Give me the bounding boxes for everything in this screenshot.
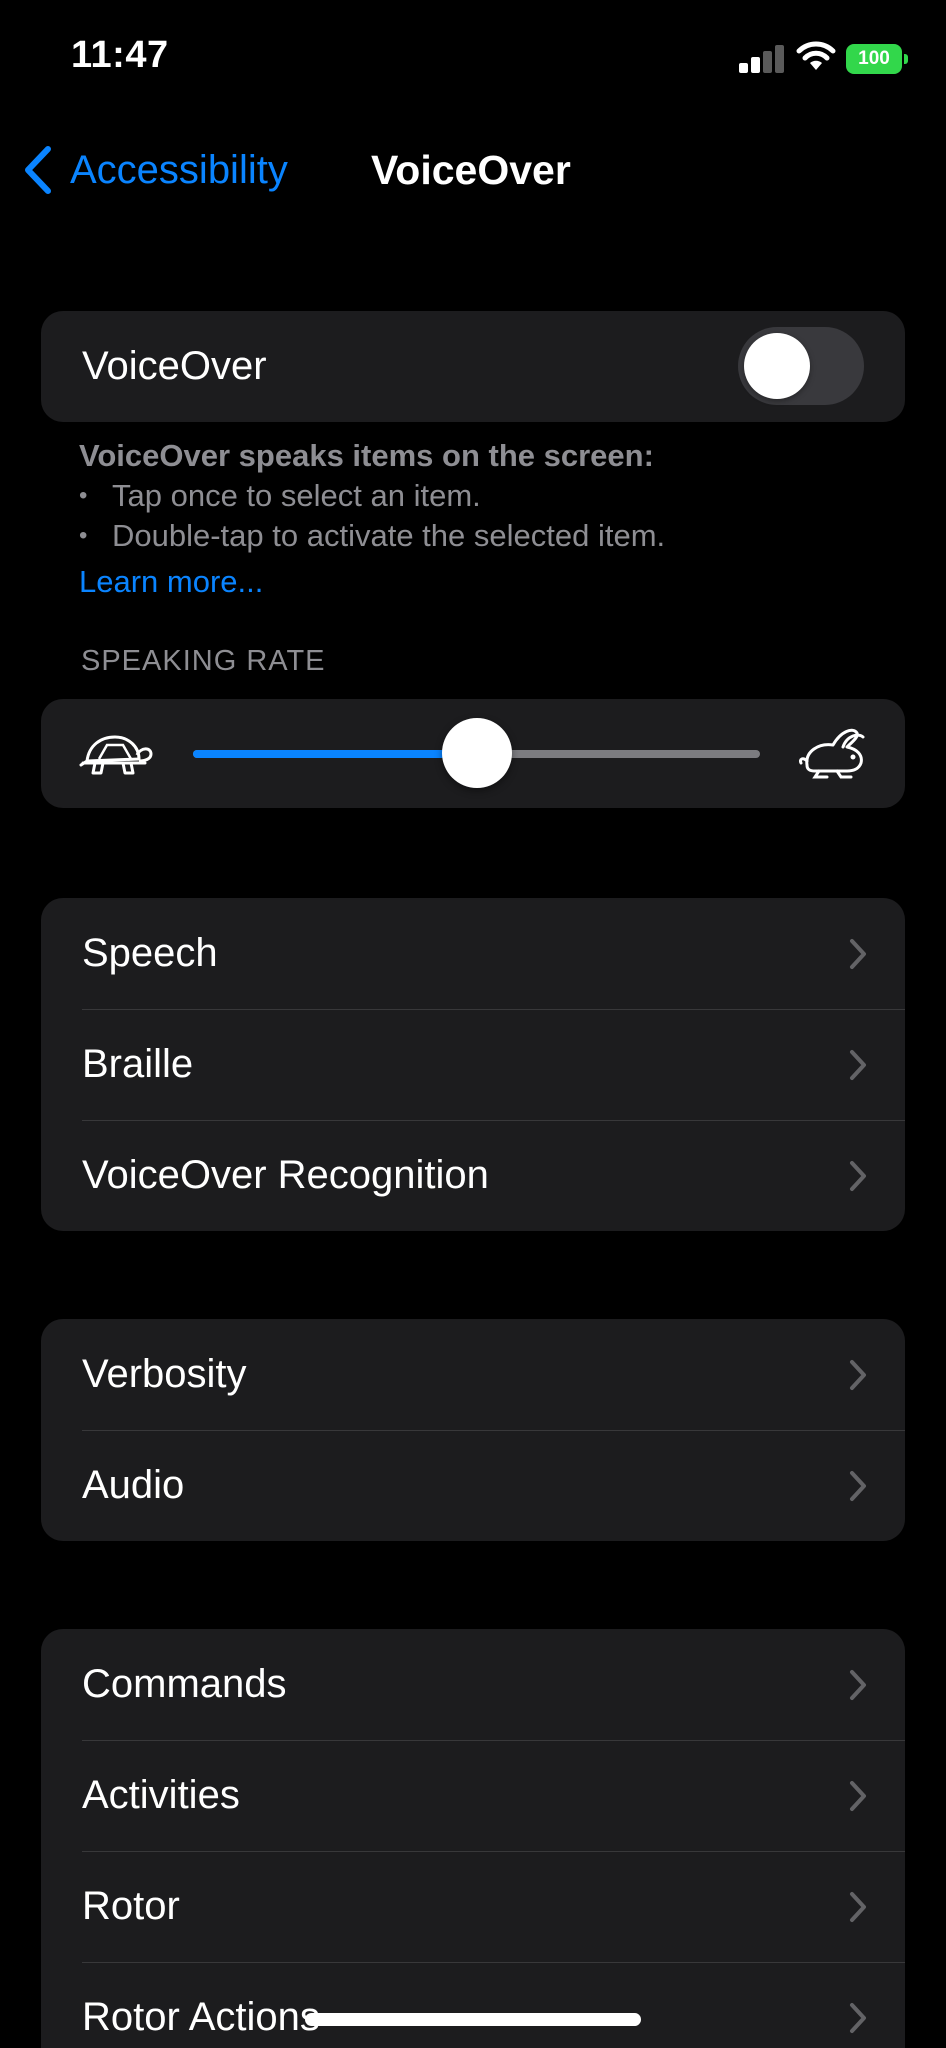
status-time: 11:47 [71,34,169,76]
list-item-commands[interactable]: Commands [41,1629,905,1740]
slider-thumb[interactable] [441,718,512,788]
chevron-right-icon [850,1781,866,1811]
learn-more-link[interactable]: Learn more... [79,564,263,600]
list-item-label: Rotor [82,1884,180,1928]
chevron-right-icon [850,1670,866,1700]
list-item-verbosity[interactable]: Verbosity [41,1319,905,1430]
list-item-label: Braille [82,1042,194,1086]
list-item-rotor[interactable]: Rotor [41,1851,905,1962]
list-item-label: Activities [82,1773,240,1817]
list-item-label: Audio [82,1463,185,1507]
settings-group-3: Commands Activities Rotor Rotor Actions [41,1629,905,2048]
list-item-label: Speech [82,931,218,975]
back-button[interactable]: Accessibility [20,140,288,200]
chevron-right-icon [850,1161,866,1191]
voiceover-row: VoiceOver [41,311,905,422]
settings-group-1: Speech Braille VoiceOver Recognition [41,898,905,1231]
voiceover-settings-screen: 11:47 100 Accessibility VoiceOver VoiceO… [0,0,946,2048]
settings-group-2: Verbosity Audio [41,1319,905,1541]
voiceover-toggle-group: VoiceOver [41,311,905,422]
chevron-right-icon [850,1471,866,1501]
navigation-bar: Accessibility VoiceOver [0,120,946,220]
description-bullet: Double-tap to activate the selected item… [79,516,879,556]
list-item-speech[interactable]: Speech [41,898,905,1009]
cellular-signal-icon [739,43,785,73]
rabbit-icon [799,728,865,779]
list-item-rotor-actions[interactable]: Rotor Actions [41,1962,905,2048]
list-item-activities[interactable]: Activities [41,1740,905,1851]
chevron-left-icon [25,146,51,194]
list-item-audio[interactable]: Audio [41,1430,905,1541]
description-bullet: Tap once to select an item. [79,476,879,516]
voiceover-toggle[interactable] [738,327,864,405]
list-item-label: VoiceOver Recognition [82,1153,489,1197]
list-item-label: Verbosity [82,1352,247,1396]
home-indicator[interactable] [305,2013,641,2026]
list-item-braille[interactable]: Braille [41,1009,905,1120]
back-label: Accessibility [70,147,288,192]
speaking-rate-group [41,699,905,808]
toggle-knob [744,333,810,399]
slider-fill [193,750,477,758]
wifi-icon [796,41,836,70]
turtle-icon [79,735,153,775]
description-heading: VoiceOver speaks items on the screen: [79,438,654,473]
chevron-right-icon [850,1360,866,1390]
battery-level: 100 [846,44,902,74]
voiceover-label: VoiceOver [82,344,267,388]
status-bar: 11:47 100 [0,0,946,120]
list-item-label: Rotor Actions [82,1995,320,2039]
page-title: VoiceOver [371,147,571,193]
speaking-rate-header: SPEAKING RATE [81,645,326,677]
battery-icon: 100 [846,44,908,74]
chevron-right-icon [850,2003,866,2033]
list-item-voiceover-recognition[interactable]: VoiceOver Recognition [41,1120,905,1231]
chevron-right-icon [850,1050,866,1080]
chevron-right-icon [850,939,866,969]
voiceover-description: VoiceOver speaks items on the screen: Ta… [79,436,879,556]
list-item-label: Commands [82,1662,287,1706]
chevron-right-icon [850,1892,866,1922]
